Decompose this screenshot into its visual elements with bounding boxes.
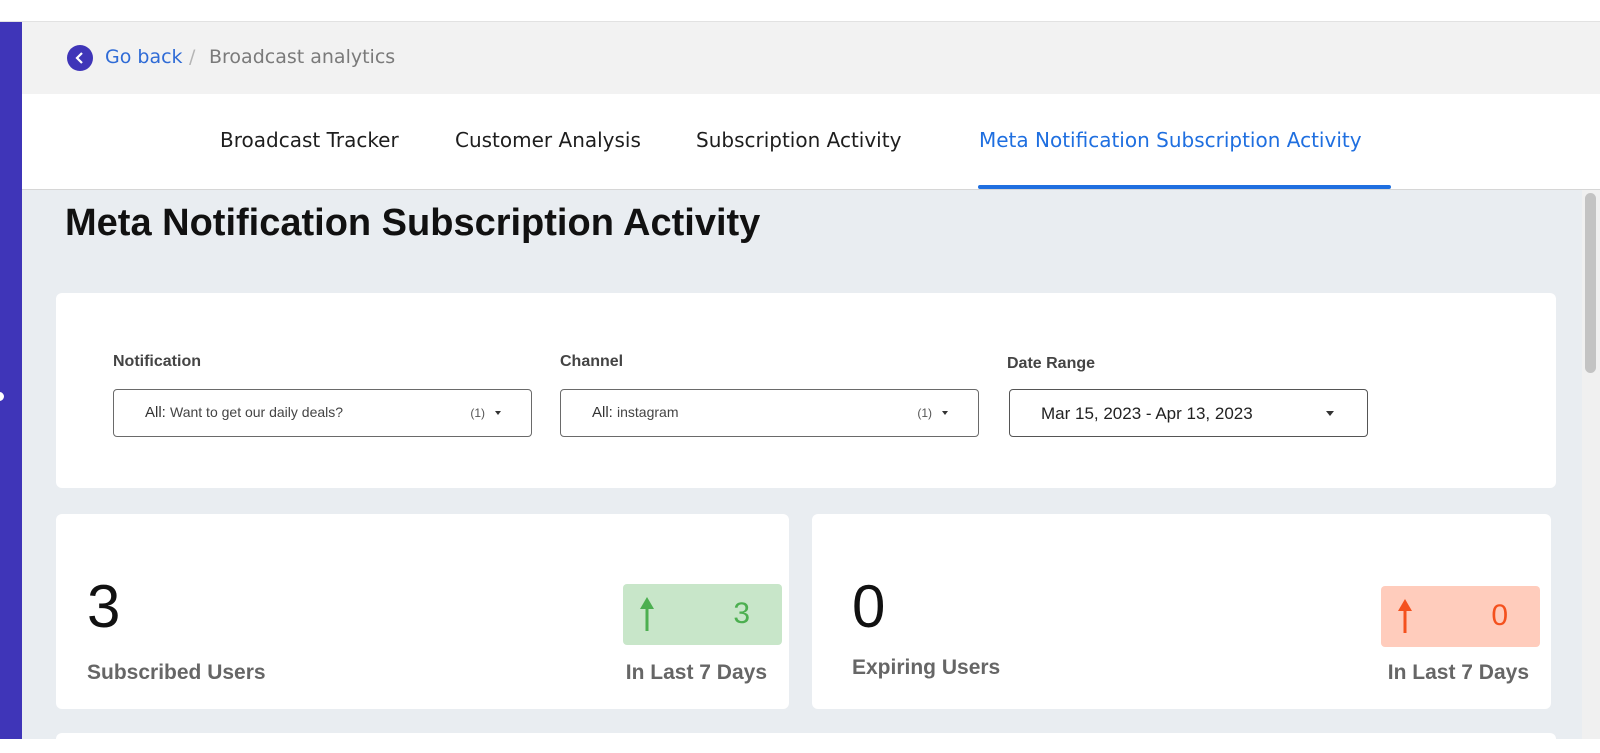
expiring-users-label: Expiring Users <box>852 656 1001 679</box>
caret-down-icon <box>942 411 948 415</box>
breadcrumb-separator: / <box>189 46 196 68</box>
subscribed-users-card: 3 Subscribed Users 3 In Last 7 Days <box>56 514 789 709</box>
main-content: Meta Notification Subscription Activity … <box>22 190 1582 753</box>
subscribed-trend-value: 3 <box>733 597 750 630</box>
channel-filter-label: Channel <box>560 353 624 370</box>
left-sidebar-rail <box>0 22 22 739</box>
channel-value: instagram <box>617 404 679 420</box>
subscribed-users-label: Subscribed Users <box>87 661 266 684</box>
subscribed-trend-badge: 3 <box>623 584 782 645</box>
subscribed-users-count: 3 <box>87 573 121 640</box>
page-title: Meta Notification Subscription Activity <box>65 202 761 244</box>
expiring-trend-label: In Last 7 Days <box>1387 661 1529 684</box>
date-range-value: Mar 15, 2023 - Apr 13, 2023 <box>1041 404 1253 423</box>
tab-customer-analysis[interactable]: Customer Analysis <box>455 128 641 152</box>
back-button[interactable] <box>67 45 93 71</box>
expiring-users-card: 0 Expiring Users 0 In Last 7 Days <box>812 514 1551 709</box>
analytics-tabs: Broadcast Tracker Customer Analysis Subs… <box>22 94 1600 190</box>
tab-subscription-activity[interactable]: Subscription Activity <box>696 128 901 152</box>
notification-prefix: All: <box>145 404 166 421</box>
date-range-picker[interactable]: Mar 15, 2023 - Apr 13, 2023 <box>1009 389 1368 437</box>
vertical-scrollbar[interactable] <box>1582 190 1600 739</box>
next-card <box>56 733 1556 753</box>
active-tab-indicator <box>978 185 1391 189</box>
notification-filter-label: Notification <box>113 353 201 370</box>
go-back-link[interactable]: Go back <box>105 46 183 68</box>
caret-down-icon <box>1326 411 1334 416</box>
scrollbar-thumb[interactable] <box>1585 193 1596 373</box>
expiring-trend-value: 0 <box>1491 599 1508 632</box>
top-strip <box>0 0 1600 22</box>
chevron-left-icon <box>75 52 83 64</box>
notification-select[interactable]: All: Want to get our daily deals? (1) <box>113 389 532 437</box>
filter-card: Notification All: Want to get our daily … <box>56 293 1556 488</box>
notification-value: Want to get our daily deals? <box>170 404 344 420</box>
channel-select[interactable]: All: instagram (1) <box>560 389 979 437</box>
tab-broadcast-tracker[interactable]: Broadcast Tracker <box>220 128 399 152</box>
notification-count: (1) <box>470 406 485 420</box>
notification-select-value: All: Want to get our daily deals? <box>145 404 343 421</box>
tab-meta-notification-subscription-activity[interactable]: Meta Notification Subscription Activity <box>979 128 1362 152</box>
channel-select-value: All: instagram <box>592 404 678 421</box>
subscribed-trend-label: In Last 7 Days <box>625 661 767 684</box>
breadcrumb: Go back / Broadcast analytics <box>22 22 1600 94</box>
breadcrumb-current: Broadcast analytics <box>209 46 396 68</box>
caret-down-icon <box>495 411 501 415</box>
arrow-up-icon <box>640 597 654 631</box>
channel-prefix: All: <box>592 404 613 421</box>
expiring-trend-badge: 0 <box>1381 586 1540 647</box>
channel-count: (1) <box>917 406 932 420</box>
expiring-users-count: 0 <box>852 573 886 640</box>
arrow-up-icon <box>1398 599 1412 633</box>
date-range-label: Date Range <box>1007 355 1096 372</box>
